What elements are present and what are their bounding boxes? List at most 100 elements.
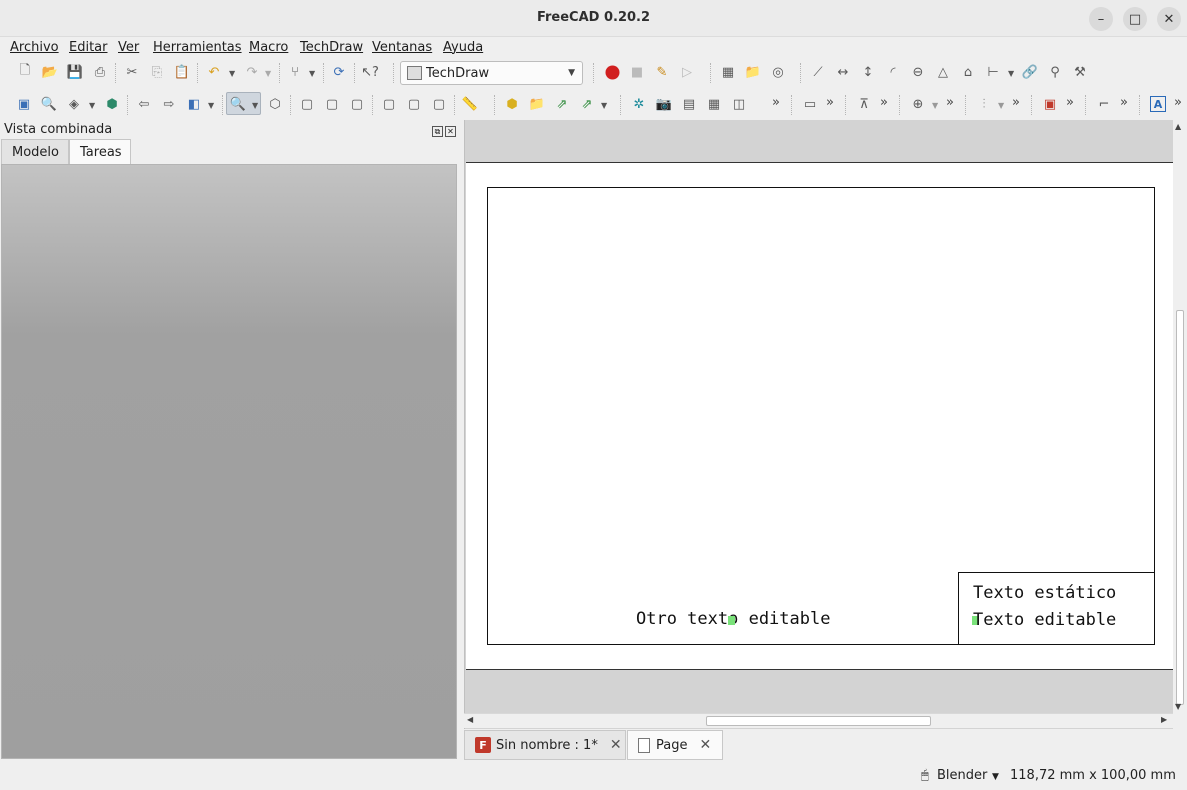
export-page-icon[interactable]: ▣ <box>1042 96 1058 112</box>
navigation-style-label[interactable]: Blender <box>937 768 987 783</box>
record-macro-icon[interactable] <box>604 64 620 80</box>
back-icon[interactable]: ⇦ <box>136 96 152 112</box>
tab-modelo[interactable]: Modelo <box>1 139 69 165</box>
extent-dimension-icon[interactable]: ⊢ <box>985 64 1001 80</box>
document-tab-page[interactable]: Page ✕ <box>627 730 723 760</box>
undo-icon[interactable]: ↶ <box>206 64 222 80</box>
redraw-page-icon[interactable]: ◎ <box>770 64 786 80</box>
left-view-icon[interactable]: ▢ <box>431 96 447 112</box>
link-actions-icon[interactable]: ⇗ <box>579 96 595 112</box>
toolbar-overflow-3[interactable]: » <box>880 95 888 110</box>
centerline-icon[interactable]: ⊕ <box>910 96 926 112</box>
toolbar-overflow-7[interactable]: » <box>1120 95 1128 110</box>
horizontal-scroll-thumb[interactable] <box>706 716 931 726</box>
draw-style-icon[interactable]: ◈ <box>66 96 82 112</box>
workbench-selector[interactable]: TechDraw ▼ <box>400 61 583 85</box>
cosmetic-dropdown-icon[interactable]: ▼ <box>998 101 1004 110</box>
macros-icon[interactable]: ✎ <box>654 64 670 80</box>
angle-dimension-icon[interactable]: △ <box>935 64 951 80</box>
menu-techdraw[interactable]: TechDraw <box>300 39 363 55</box>
open-icon[interactable]: 📂 <box>42 64 58 80</box>
length-dimension-icon[interactable]: ⟋ <box>810 64 826 80</box>
close-icon[interactable]: ✕ <box>610 737 622 753</box>
insert-annotation-icon[interactable]: ▭ <box>802 96 818 112</box>
paste-icon[interactable]: 📋 <box>174 64 190 80</box>
right-view-icon[interactable]: ▢ <box>349 96 365 112</box>
save-icon[interactable]: 💾 <box>67 64 83 80</box>
diameter-dimension-icon[interactable]: ⊖ <box>910 64 926 80</box>
whats-this-icon[interactable]: ↖? <box>361 64 379 80</box>
top-view-icon[interactable]: ▢ <box>324 96 340 112</box>
menu-archivo[interactable]: Archivo <box>10 39 59 55</box>
document-tab-sin-nombre[interactable]: F Sin nombre : 1* ✕ <box>464 730 626 760</box>
editable-text[interactable]: Texto editable <box>973 610 1116 630</box>
navigation-dropdown-icon[interactable]: ▼ <box>208 101 214 110</box>
close-icon[interactable]: ✕ <box>699 737 711 753</box>
menu-macro[interactable]: Macro <box>249 39 288 55</box>
fit-selection-icon[interactable]: 🔍 <box>41 96 57 112</box>
bounding-box-icon[interactable]: ⬢ <box>104 96 120 112</box>
text-icon[interactable]: A <box>1150 96 1166 112</box>
measure-distance-icon[interactable]: 📏 <box>462 96 478 112</box>
menu-ventanas[interactable]: Ventanas <box>372 39 432 55</box>
symbol-icon[interactable]: ⊼ <box>856 96 872 112</box>
stairs-icon[interactable]: ⌐ <box>1096 96 1112 112</box>
cut-icon[interactable]: ✂ <box>124 64 140 80</box>
menu-herramientas[interactable]: Herramientas <box>153 39 242 55</box>
menu-ver[interactable]: Ver <box>118 39 139 55</box>
minimize-button[interactable]: – <box>1089 7 1113 31</box>
cosmetic-vertex-icon[interactable]: ⫶ <box>976 96 992 112</box>
close-window-button[interactable]: ✕ <box>1157 7 1181 31</box>
print-icon[interactable]: ⎙ <box>92 64 108 80</box>
toolbar-overflow-4[interactable]: » <box>946 95 954 110</box>
menu-editar[interactable]: Editar <box>69 39 108 55</box>
vertical-dimension-icon[interactable]: ↕ <box>860 64 876 80</box>
bottom-view-icon[interactable]: ▢ <box>406 96 422 112</box>
toolbar-overflow-8[interactable]: » <box>1174 95 1182 110</box>
rear-view-icon[interactable]: ▢ <box>381 96 397 112</box>
tab-tareas[interactable]: Tareas <box>69 139 131 165</box>
link-dropdown-icon[interactable]: ▼ <box>601 101 607 110</box>
create-part-icon[interactable]: ⬢ <box>504 96 520 112</box>
balloon-icon[interactable]: ⚲ <box>1047 64 1063 80</box>
landmark-dimension-icon[interactable]: ⚒ <box>1072 64 1088 80</box>
toolbar-overflow-2[interactable]: » <box>826 95 834 110</box>
draw-style-dropdown-icon[interactable]: ▼ <box>89 101 95 110</box>
toolbar-overflow-1[interactable]: » <box>772 95 780 110</box>
scroll-up-icon[interactable]: ▲ <box>1175 122 1181 131</box>
toolbar-overflow-6[interactable]: » <box>1066 95 1074 110</box>
extent-dropdown-icon[interactable]: ▼ <box>1008 69 1014 78</box>
detail-view-icon[interactable]: ◫ <box>731 96 747 112</box>
close-panel-icon[interactable]: ✕ <box>445 126 456 137</box>
execute-macro-icon[interactable]: ▷ <box>679 64 695 80</box>
maximize-button[interactable]: □ <box>1123 7 1147 31</box>
horizontal-scrollbar[interactable]: ◀ ▶ <box>464 713 1173 728</box>
navigation-dropdown-icon[interactable]: ▼ <box>992 772 999 782</box>
new-document-icon[interactable]: 🗋 <box>17 63 33 80</box>
three-point-angle-icon[interactable]: ⌂ <box>960 64 976 80</box>
refresh-icon[interactable]: ⟳ <box>331 64 347 80</box>
stop-macro-icon[interactable]: ■ <box>629 64 645 80</box>
make-link-icon[interactable]: ⇗ <box>554 96 570 112</box>
insert-view-icon[interactable]: ✲ <box>631 96 647 112</box>
horizontal-dimension-icon[interactable]: ↔ <box>835 64 851 80</box>
redo-icon[interactable]: ↷ <box>244 64 260 80</box>
undock-icon[interactable]: ⧉ <box>432 126 443 137</box>
navigation-icon[interactable]: ◧ <box>186 96 202 112</box>
toolbar-overflow-5[interactable]: » <box>1012 95 1020 110</box>
section-view-icon[interactable]: ▦ <box>706 96 722 112</box>
zoom-dropdown-icon[interactable]: ▼ <box>252 101 258 110</box>
link-dimension-icon[interactable]: 🔗 <box>1022 64 1038 80</box>
insert-template-icon[interactable]: 📁 <box>745 64 761 80</box>
projection-group-icon[interactable]: ▤ <box>681 96 697 112</box>
front-view-icon[interactable]: ▢ <box>299 96 315 112</box>
drawing-view[interactable]: Otro texto editable Texto estático Texto… <box>464 120 1187 729</box>
redo-dropdown-icon[interactable]: ▼ <box>265 69 271 78</box>
active-view-icon[interactable]: 📷 <box>656 96 672 112</box>
scroll-down-icon[interactable]: ▼ <box>1175 702 1181 711</box>
scroll-left-icon[interactable]: ◀ <box>467 715 473 724</box>
undo-dropdown-icon[interactable]: ▼ <box>229 69 235 78</box>
forward-icon[interactable]: ⇨ <box>161 96 177 112</box>
radius-dimension-icon[interactable]: ◜ <box>885 64 901 80</box>
scroll-right-icon[interactable]: ▶ <box>1161 715 1167 724</box>
